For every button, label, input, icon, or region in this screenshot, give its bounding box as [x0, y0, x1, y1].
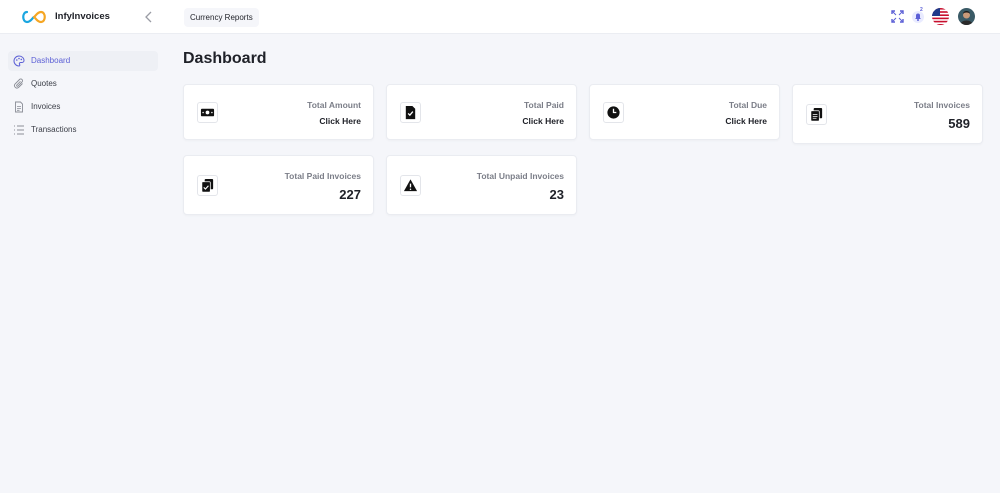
sidebar-item-label: Dashboard	[31, 56, 71, 65]
us-flag-language-icon[interactable]	[932, 8, 949, 25]
warning-icon	[400, 175, 421, 196]
app-name: InfyInvoices	[55, 11, 110, 22]
notification-count-badge: 2	[920, 7, 923, 13]
sidebar-item-invoices[interactable]: Invoices	[8, 97, 158, 117]
user-avatar[interactable]	[958, 8, 975, 25]
clipboard-icon	[806, 104, 827, 125]
money-icon	[197, 102, 218, 123]
collapse-sidebar-chevron-icon[interactable]	[142, 9, 156, 25]
card-label: Total Unpaid Invoices	[476, 171, 564, 181]
total-due-click-here-link[interactable]: Click Here	[725, 116, 767, 126]
document-icon	[15, 101, 23, 113]
total-unpaid-invoices-value: 23	[549, 187, 564, 202]
total-due-card: Total Due Click Here	[589, 84, 780, 140]
total-unpaid-invoices-card: Total Unpaid Invoices 23	[386, 155, 577, 215]
clipboard-check-icon	[197, 175, 218, 196]
total-paid-invoices-value: 227	[339, 187, 361, 202]
sidebar-item-label: Transactions	[31, 125, 77, 134]
total-amount-card: Total Amount Click Here	[183, 84, 374, 140]
card-label: Total Amount	[307, 100, 361, 110]
total-invoices-value: 589	[948, 116, 970, 131]
sidebar-item-dashboard[interactable]: Dashboard	[8, 51, 158, 71]
sidebar-item-quotes[interactable]: Quotes	[8, 74, 158, 94]
top-header: InfyInvoices Currency Reports 2	[0, 0, 1000, 34]
total-paid-invoices-card: Total Paid Invoices 227	[183, 155, 374, 215]
fullscreen-icon[interactable]	[891, 10, 904, 23]
total-amount-click-here-link[interactable]: Click Here	[319, 116, 361, 126]
card-label: Total Due	[728, 100, 767, 110]
sidebar-item-label: Quotes	[31, 79, 57, 88]
palette-icon	[13, 55, 25, 67]
list-icon	[14, 125, 24, 135]
paperclip-icon	[14, 78, 23, 89]
currency-reports-button[interactable]: Currency Reports	[184, 8, 259, 27]
total-invoices-card: Total Invoices 589	[792, 84, 983, 144]
clock-icon	[603, 102, 624, 123]
total-paid-click-here-link[interactable]: Click Here	[522, 116, 564, 126]
infinity-logo-icon	[22, 10, 46, 24]
total-paid-card: Total Paid Click Here	[386, 84, 577, 140]
page-title: Dashboard	[183, 50, 267, 67]
file-check-icon	[400, 102, 421, 123]
card-label: Total Paid	[524, 100, 564, 110]
card-label: Total Invoices	[913, 100, 970, 110]
sidebar-item-transactions[interactable]: Transactions	[8, 120, 158, 140]
sidebar-item-label: Invoices	[31, 102, 61, 111]
card-label: Total Paid Invoices	[284, 171, 361, 181]
